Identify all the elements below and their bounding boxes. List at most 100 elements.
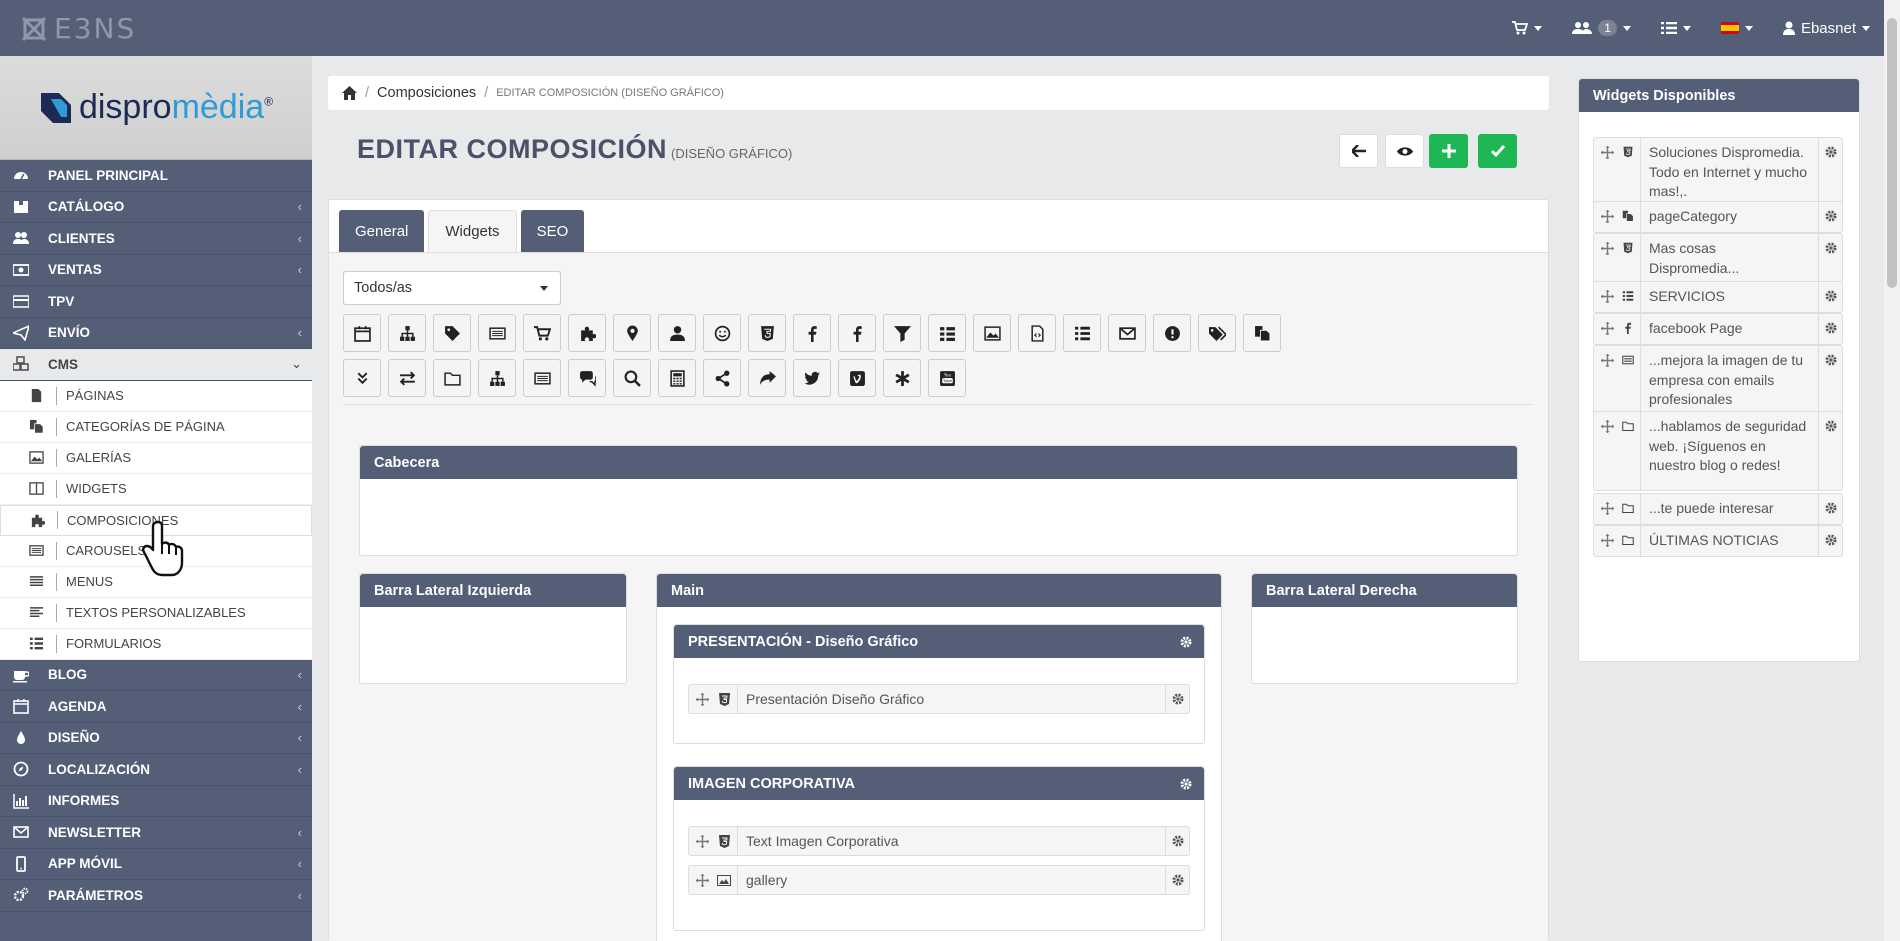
add-widget-button[interactable] bbox=[613, 314, 651, 352]
company-logo[interactable]: dispromèdia® bbox=[0, 56, 312, 160]
cms-subitem[interactable]: FORMULARIOS bbox=[0, 629, 312, 660]
block-presentacion[interactable]: PRESENTACIÓN - Diseño Gráfico Presentaci… bbox=[673, 624, 1205, 744]
available-widget[interactable]: pageCategory bbox=[1593, 201, 1843, 233]
add-widget-button[interactable] bbox=[928, 314, 966, 352]
sidebar-item[interactable]: VENTAS ‹ bbox=[0, 255, 312, 286]
gear-icon[interactable] bbox=[1818, 494, 1842, 524]
add-widget-button[interactable] bbox=[613, 359, 651, 397]
sidebar-item[interactable]: ENVÍO ‹ bbox=[0, 318, 312, 349]
gear-icon[interactable] bbox=[1180, 636, 1192, 648]
back-button[interactable] bbox=[1339, 134, 1378, 168]
sidebar-item[interactable]: PARÁMETROS ‹ bbox=[0, 880, 312, 912]
add-widget-button[interactable] bbox=[433, 314, 471, 352]
add-widget-button[interactable] bbox=[703, 359, 741, 397]
cms-subitem[interactable]: GALERÍAS bbox=[0, 443, 312, 474]
zone-left-sidebar[interactable]: Barra Lateral Izquierda bbox=[359, 573, 627, 684]
move-icon[interactable] bbox=[1594, 346, 1620, 415]
breadcrumb-parent[interactable]: Composiciones bbox=[377, 85, 476, 101]
add-widget-button[interactable] bbox=[343, 314, 381, 352]
gear-icon[interactable] bbox=[1818, 526, 1842, 556]
add-widget-button[interactable] bbox=[838, 314, 876, 352]
add-widget-button[interactable] bbox=[523, 314, 561, 352]
users-menu[interactable]: 1 bbox=[1572, 20, 1631, 36]
available-widget[interactable]: ...hablamos de seguridad web. ¡Síguenos … bbox=[1593, 411, 1843, 491]
move-icon[interactable] bbox=[689, 834, 715, 848]
gear-icon[interactable] bbox=[1165, 866, 1189, 894]
sidebar-item[interactable]: CATÁLOGO ‹ bbox=[0, 192, 312, 223]
add-widget-button[interactable] bbox=[1018, 314, 1056, 352]
add-widget-button[interactable] bbox=[388, 359, 426, 397]
widget-type-select[interactable]: Todos/as bbox=[343, 271, 561, 305]
move-icon[interactable] bbox=[689, 873, 715, 887]
available-widget[interactable]: Mas cosas Dispromedia... bbox=[1593, 233, 1843, 284]
sidebar-item[interactable]: APP MÓVIL ‹ bbox=[0, 849, 312, 880]
add-widget-button[interactable] bbox=[1243, 314, 1281, 352]
sidebar-item[interactable]: DISEÑO ‹ bbox=[0, 723, 312, 754]
available-widget[interactable]: ...te puede interesar bbox=[1593, 493, 1843, 525]
user-menu[interactable]: Ebasnet bbox=[1782, 20, 1870, 37]
cms-subitem[interactable]: TEXTOS PERSONALIZABLES bbox=[0, 598, 312, 629]
add-widget-button[interactable] bbox=[1063, 314, 1101, 352]
tab-general[interactable]: General bbox=[339, 210, 425, 252]
add-widget-button[interactable] bbox=[568, 314, 606, 352]
cart-menu[interactable] bbox=[1512, 21, 1543, 35]
add-widget-button[interactable] bbox=[883, 359, 921, 397]
gear-icon[interactable] bbox=[1165, 685, 1189, 713]
available-widget[interactable]: SERVICIOS bbox=[1593, 281, 1843, 313]
move-icon[interactable] bbox=[1594, 526, 1620, 556]
move-icon[interactable] bbox=[1594, 234, 1620, 283]
add-widget-button[interactable] bbox=[568, 359, 606, 397]
gear-icon[interactable] bbox=[1818, 412, 1842, 490]
sidebar-item[interactable]: CMS ⌄ bbox=[0, 349, 312, 381]
move-icon[interactable] bbox=[689, 692, 715, 706]
add-widget-button[interactable] bbox=[793, 359, 831, 397]
placed-widget[interactable]: gallery bbox=[688, 865, 1190, 895]
brand-logo[interactable]: E3NS bbox=[20, 12, 136, 45]
add-widget-button[interactable] bbox=[748, 314, 786, 352]
move-icon[interactable] bbox=[1594, 202, 1620, 232]
cms-subitem[interactable]: WIDGETS bbox=[0, 474, 312, 505]
add-widget-button[interactable] bbox=[1108, 314, 1146, 352]
add-widget-button[interactable] bbox=[1153, 314, 1191, 352]
add-widget-button[interactable] bbox=[793, 314, 831, 352]
gear-icon[interactable] bbox=[1818, 138, 1842, 207]
gear-icon[interactable] bbox=[1818, 282, 1842, 312]
apps-menu[interactable] bbox=[1660, 22, 1691, 34]
gear-icon[interactable] bbox=[1818, 346, 1842, 415]
zone-main[interactable]: Main PRESENTACIÓN - Diseño Gráfico Prese… bbox=[656, 573, 1222, 941]
add-widget-button[interactable] bbox=[478, 314, 516, 352]
sidebar-item[interactable]: CLIENTES ‹ bbox=[0, 223, 312, 255]
add-widget-button[interactable] bbox=[478, 359, 516, 397]
move-icon[interactable] bbox=[1594, 138, 1620, 207]
preview-button[interactable] bbox=[1385, 134, 1424, 168]
add-widget-button[interactable] bbox=[748, 359, 786, 397]
available-widget[interactable]: Soluciones Dispromedia. Todo en Internet… bbox=[1593, 137, 1843, 208]
sidebar-item[interactable]: AGENDA ‹ bbox=[0, 691, 312, 723]
available-widget[interactable]: facebook Page bbox=[1593, 313, 1843, 345]
sidebar-item[interactable]: TPV bbox=[0, 286, 312, 318]
home-icon[interactable] bbox=[342, 86, 357, 100]
gear-icon[interactable] bbox=[1180, 778, 1192, 790]
move-icon[interactable] bbox=[1594, 314, 1620, 344]
available-widget[interactable]: ...mejora la imagen de tu empresa con em… bbox=[1593, 345, 1843, 416]
language-menu[interactable] bbox=[1720, 22, 1753, 34]
gear-icon[interactable] bbox=[1165, 827, 1189, 855]
tab-widgets[interactable]: Widgets bbox=[428, 210, 517, 252]
add-widget-button[interactable] bbox=[883, 314, 921, 352]
add-widget-button[interactable]: You Tube bbox=[928, 359, 966, 397]
save-button[interactable] bbox=[1478, 134, 1517, 168]
zone-right-sidebar[interactable]: Barra Lateral Derecha bbox=[1251, 573, 1518, 684]
page-scrollbar[interactable] bbox=[1884, 0, 1900, 941]
add-widget-button[interactable] bbox=[703, 314, 741, 352]
add-widget-button[interactable] bbox=[973, 314, 1011, 352]
sidebar-item[interactable]: NEWSLETTER ‹ bbox=[0, 817, 312, 849]
gear-icon[interactable] bbox=[1818, 234, 1842, 283]
add-widget-button[interactable] bbox=[433, 359, 471, 397]
sidebar-item[interactable]: LOCALIZACIÓN ‹ bbox=[0, 754, 312, 786]
placed-widget[interactable]: Text Imagen Corporativa bbox=[688, 826, 1190, 856]
placed-widget[interactable]: Presentación Diseño Gráfico bbox=[688, 684, 1190, 714]
tab-seo[interactable]: SEO bbox=[520, 210, 585, 252]
sidebar-item[interactable]: PANEL PRINCIPAL bbox=[0, 160, 312, 192]
zone-header[interactable]: Cabecera bbox=[359, 445, 1518, 556]
cms-subitem[interactable]: CATEGORÍAS DE PÁGINA bbox=[0, 412, 312, 443]
